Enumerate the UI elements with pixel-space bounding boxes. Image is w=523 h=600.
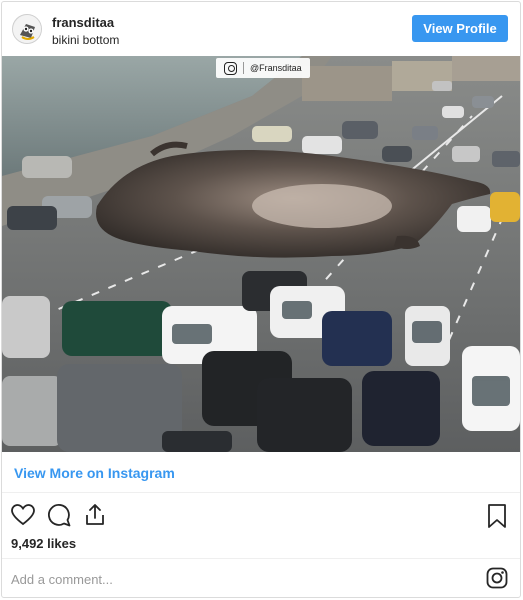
avatar-icon xyxy=(13,15,41,43)
share-icon[interactable] xyxy=(82,502,108,528)
post-header: fransditaa bikini bottom View Profile xyxy=(2,2,520,56)
action-bar xyxy=(10,502,108,528)
likes-count[interactable]: 9,492 likes xyxy=(11,536,76,551)
location-label[interactable]: bikini bottom xyxy=(52,33,119,47)
heart-icon[interactable] xyxy=(10,502,36,528)
instagram-embed: fransditaa bikini bottom View Profile @F… xyxy=(1,1,521,598)
divider xyxy=(2,558,520,559)
view-profile-button[interactable]: View Profile xyxy=(412,15,508,42)
divider xyxy=(2,492,520,493)
photo-watermark: @Fransditaa xyxy=(216,58,310,78)
view-more-link[interactable]: View More on Instagram xyxy=(14,465,175,481)
username[interactable]: fransditaa xyxy=(52,15,114,30)
comment-input[interactable] xyxy=(11,568,451,590)
post-photo[interactable]: @Fransditaa xyxy=(2,56,520,452)
bookmark-icon[interactable] xyxy=(486,503,508,529)
instagram-logo-icon[interactable] xyxy=(486,567,508,589)
avatar[interactable] xyxy=(12,14,42,44)
comment-icon[interactable] xyxy=(46,502,72,528)
instagram-watermark-icon xyxy=(224,61,237,75)
watermark-divider xyxy=(243,62,244,74)
traffic-cat-photo xyxy=(2,56,520,452)
watermark-handle: @Fransditaa xyxy=(250,63,302,73)
